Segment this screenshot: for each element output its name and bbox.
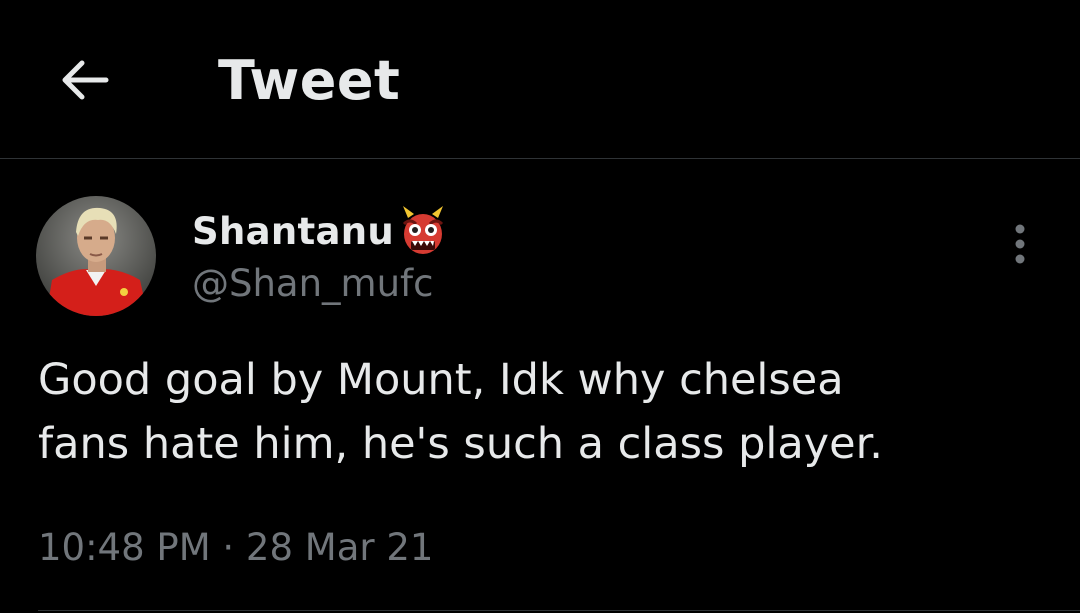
more-vertical-icon [1015, 224, 1025, 264]
ogre-emoji-icon [396, 204, 450, 258]
page-title: Tweet [218, 49, 401, 112]
more-options-button[interactable] [996, 218, 1044, 270]
tweet-date[interactable]: 28 Mar 21 [246, 526, 434, 569]
meta-separator: · [222, 526, 235, 569]
display-name[interactable]: Shantanu [192, 210, 394, 253]
tweet-timestamp: 10:48 PM · 28 Mar 21 [38, 524, 433, 572]
divider [38, 610, 1080, 611]
tweet-text: Good goal by Mount, Idk why chelsea fans… [38, 355, 883, 469]
avatar[interactable] [36, 196, 156, 316]
top-app-bar: Tweet [0, 0, 1080, 159]
profile-photo [36, 196, 156, 316]
username-handle[interactable]: @Shan_mufc [192, 260, 433, 308]
back-button[interactable] [48, 44, 120, 116]
author-name-row[interactable]: Shantanu [192, 203, 450, 259]
tweet-time[interactable]: 10:48 PM [38, 526, 211, 569]
arrow-left-icon [62, 60, 109, 100]
